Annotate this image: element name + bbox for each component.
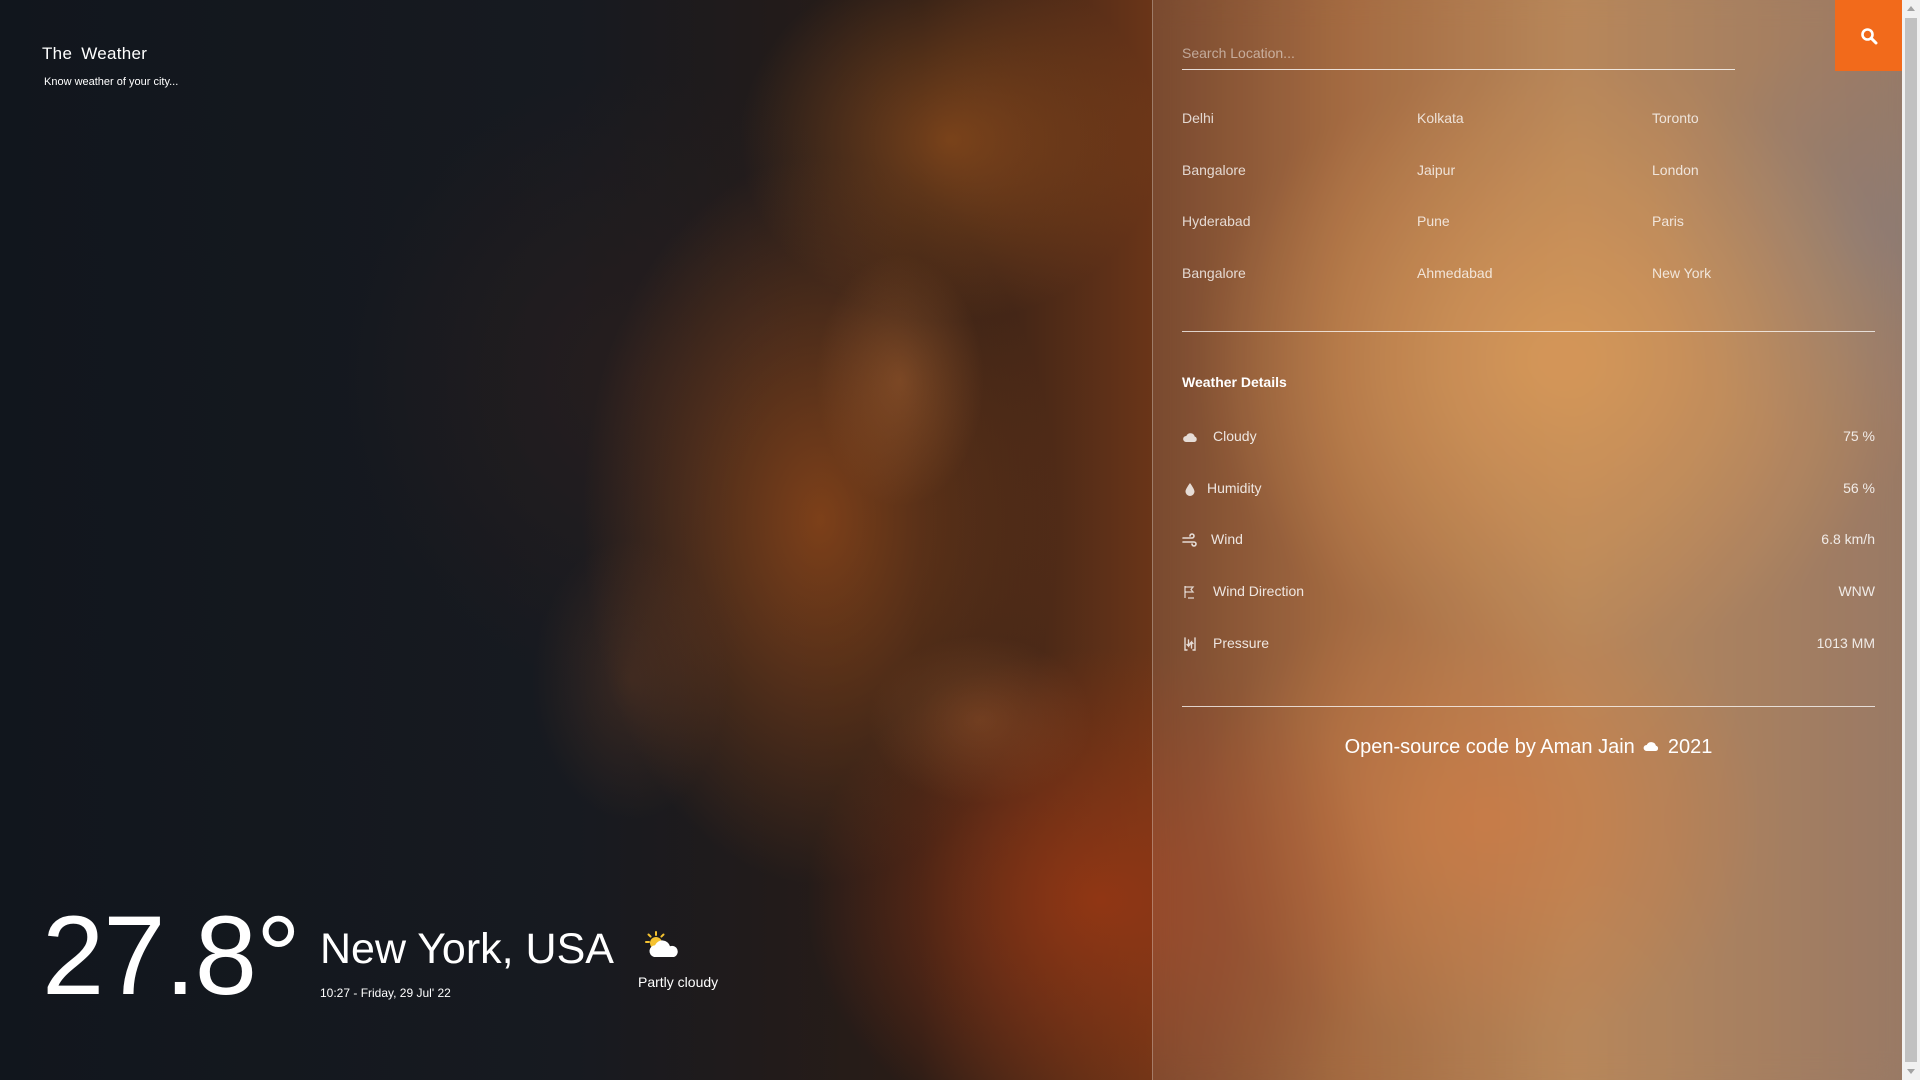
detail-label: Wind bbox=[1211, 531, 1243, 548]
footer-year: 2021 bbox=[1667, 736, 1713, 758]
city-link-bangalore-2[interactable]: Bangalore bbox=[1182, 265, 1417, 317]
search-button[interactable] bbox=[1835, 0, 1903, 71]
droplet-icon bbox=[1185, 482, 1195, 496]
condition-block: Partly cloudy bbox=[638, 930, 748, 990]
detail-value: 1013 MM bbox=[1816, 634, 1875, 651]
city-link-new-york[interactable]: New York bbox=[1652, 265, 1887, 317]
search-input[interactable] bbox=[1182, 36, 1735, 70]
city-link-london[interactable]: London bbox=[1652, 162, 1887, 214]
city-link-kolkata[interactable]: Kolkata bbox=[1417, 110, 1652, 162]
details-title: Weather Details bbox=[1182, 374, 1287, 390]
detail-row-cloudy: Cloudy 75 % bbox=[1182, 428, 1875, 480]
footer-credit: Open-source code by Aman Jain 2021 bbox=[1182, 736, 1875, 759]
detail-value: WNW bbox=[1838, 583, 1875, 600]
detail-label: Cloudy bbox=[1213, 428, 1257, 444]
detail-value: 6.8 km/h bbox=[1821, 531, 1875, 548]
brand-tagline: Know weather of your city... bbox=[44, 76, 179, 88]
detail-value: 56 % bbox=[1843, 479, 1875, 496]
partly-cloudy-icon bbox=[645, 931, 678, 957]
detail-row-wind-direction: Wind Direction WNW bbox=[1182, 583, 1875, 635]
compass-icon bbox=[1184, 586, 1195, 599]
temperature: 27.8° bbox=[42, 893, 301, 1018]
wind-icon bbox=[1182, 533, 1197, 548]
city-link-hyderabad[interactable]: Hyderabad bbox=[1182, 213, 1417, 265]
side-panel: Delhi Kolkata Toronto Bangalore Jaipur L… bbox=[1152, 0, 1903, 1080]
scroll-down-arrow-icon[interactable] bbox=[1907, 1069, 1915, 1074]
background-clouds bbox=[480, 160, 1100, 860]
scrollbar[interactable] bbox=[1902, 0, 1920, 1080]
date-time: 10:27 - Friday, 29 Jul' 22 bbox=[320, 986, 451, 1000]
pressure-icon bbox=[1184, 637, 1196, 651]
cloud-icon bbox=[1183, 433, 1197, 442]
city-name: New York, USA bbox=[320, 925, 614, 973]
city-link-delhi[interactable]: Delhi bbox=[1182, 110, 1417, 162]
location-block: New York, USA 10:27 - Friday, 29 Jul' 22 bbox=[320, 924, 640, 1000]
city-link-bangalore[interactable]: Bangalore bbox=[1182, 162, 1417, 214]
city-link-ahmedabad[interactable]: Ahmedabad bbox=[1417, 265, 1652, 317]
detail-value: 75 % bbox=[1843, 428, 1875, 444]
condition-text: Partly cloudy bbox=[638, 974, 719, 990]
detail-label: Pressure bbox=[1213, 634, 1270, 651]
city-link-toronto[interactable]: Toronto bbox=[1652, 110, 1887, 162]
city-list: Delhi Kolkata Toronto Bangalore Jaipur L… bbox=[1182, 110, 1902, 316]
divider bbox=[1182, 706, 1875, 707]
brand: The Weather Know weather of your city... bbox=[42, 44, 178, 88]
detail-label: Wind Direction bbox=[1213, 583, 1305, 600]
weather-details: Cloudy 75 % Humidity 56 % Wind 6.8 km/h bbox=[1182, 428, 1875, 686]
city-link-jaipur[interactable]: Jaipur bbox=[1417, 162, 1652, 214]
brand-title: The Weather bbox=[42, 44, 148, 63]
search-icon bbox=[1861, 27, 1878, 44]
detail-row-wind: Wind 6.8 km/h bbox=[1182, 531, 1875, 583]
footer-text: Open-source code by Aman Jain bbox=[1344, 736, 1635, 758]
city-link-paris[interactable]: Paris bbox=[1652, 213, 1887, 265]
detail-label: Humidity bbox=[1207, 479, 1262, 496]
detail-row-humidity: Humidity 56 % bbox=[1182, 480, 1875, 532]
scroll-up-arrow-icon[interactable] bbox=[1907, 6, 1915, 11]
scroll-thumb[interactable] bbox=[1905, 18, 1917, 1062]
city-link-pune[interactable]: Pune bbox=[1417, 213, 1652, 265]
divider bbox=[1182, 331, 1875, 332]
cloud-icon bbox=[1643, 741, 1659, 751]
detail-row-pressure: Pressure 1013 MM bbox=[1182, 635, 1875, 687]
